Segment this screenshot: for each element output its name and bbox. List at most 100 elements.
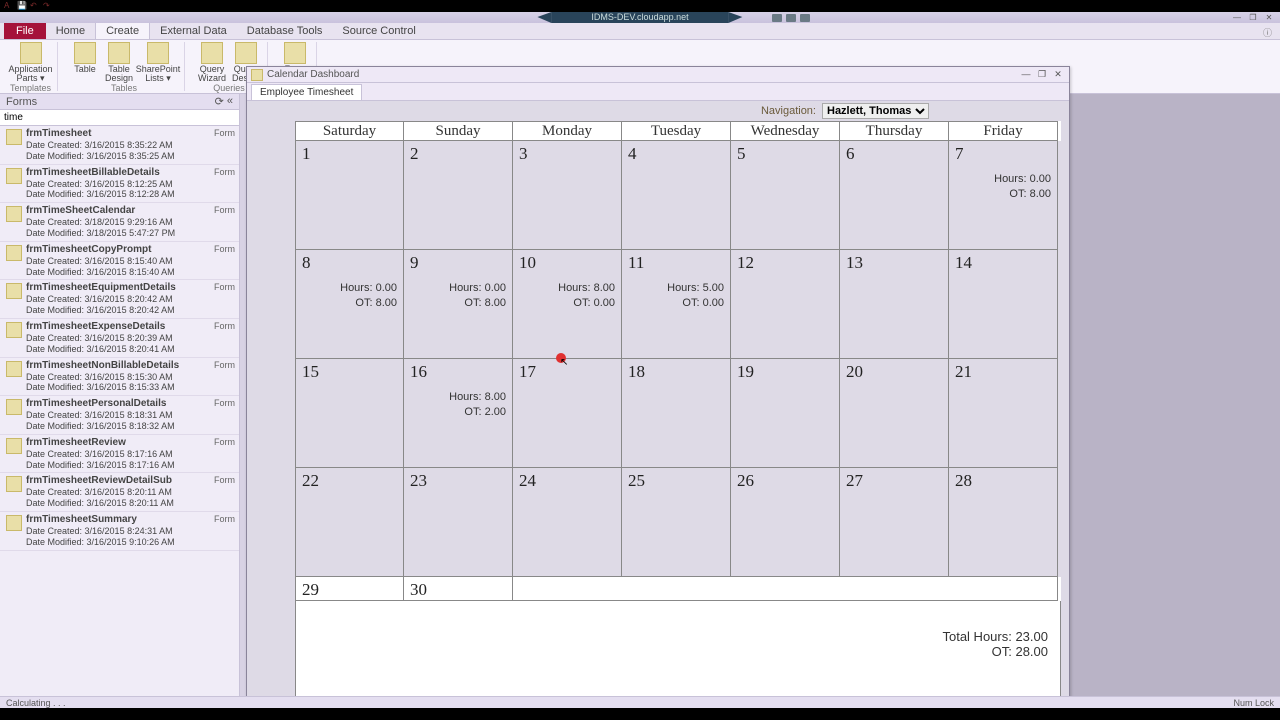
- nav-item[interactable]: frmTimeSheetCalendarDate Created: 3/18/2…: [0, 203, 239, 242]
- nav-header[interactable]: Forms: [6, 96, 37, 108]
- file-tab[interactable]: File: [4, 23, 46, 39]
- status-bar: Calculating . . . Num Lock: [0, 696, 1280, 708]
- form-icon: [6, 399, 22, 415]
- calendar-cell[interactable]: 16Hours: 8.00OT: 2.00: [404, 359, 513, 468]
- calendar-cell[interactable]: 18: [622, 359, 731, 468]
- sub-close-icon[interactable]: ✕: [1051, 69, 1065, 80]
- day-header: Wednesday: [731, 121, 840, 141]
- calendar-cell[interactable]: 25: [622, 468, 731, 577]
- calendar-cell[interactable]: 20: [840, 359, 949, 468]
- redo-icon[interactable]: ↷: [43, 1, 53, 11]
- calendar-cell[interactable]: 21: [949, 359, 1058, 468]
- nav-item[interactable]: frmTimesheetReviewDate Created: 3/16/201…: [0, 435, 239, 474]
- form-icon: [6, 168, 22, 184]
- nav-item[interactable]: frmTimesheetEquipmentDetailsDate Created…: [0, 280, 239, 319]
- table-design-button[interactable]: Table Design: [104, 42, 134, 83]
- form-icon: [6, 322, 22, 338]
- tab-home[interactable]: Home: [46, 23, 95, 39]
- numlock-indicator: Num Lock: [1233, 698, 1274, 708]
- calendar-cell[interactable]: 22: [295, 468, 404, 577]
- tab-source-control[interactable]: Source Control: [332, 23, 425, 39]
- nav-item[interactable]: frmTimesheetExpenseDetailsDate Created: …: [0, 319, 239, 358]
- nav-refresh-icon[interactable]: ⟳: [215, 95, 224, 108]
- calendar-cell[interactable]: 15: [295, 359, 404, 468]
- form-icon: [6, 206, 22, 222]
- nav-item[interactable]: frmTimesheetNonBillableDetailsDate Creat…: [0, 358, 239, 397]
- tab-external-data[interactable]: External Data: [150, 23, 237, 39]
- tab-employee-timesheet[interactable]: Employee Timesheet: [251, 84, 362, 100]
- nav-item[interactable]: frmTimesheetBillableDetailsDate Created:…: [0, 165, 239, 204]
- nav-item[interactable]: frmTimesheetPersonalDetailsDate Created:…: [0, 396, 239, 435]
- restore-icon[interactable]: [786, 14, 796, 22]
- day-header: Tuesday: [622, 121, 731, 141]
- calendar-cell[interactable]: 3: [513, 141, 622, 250]
- group-caption: Templates: [10, 83, 51, 93]
- nav-search-input[interactable]: [0, 110, 239, 125]
- calendar-cell[interactable]: 2: [404, 141, 513, 250]
- group-caption: Tables: [111, 83, 137, 93]
- calendar-cell[interactable]: 17: [513, 359, 622, 468]
- calendar-cell[interactable]: 19: [731, 359, 840, 468]
- window-titlebar: A 💾 ↶ ↷ IDMS-DEV.cloudapp.net — ❐ ✕: [0, 12, 1280, 23]
- calendar-cell[interactable]: 29: [295, 577, 404, 601]
- outer-restore-icon[interactable]: ❐: [1246, 13, 1260, 22]
- calendar-cell[interactable]: 7Hours: 0.00OT: 8.00: [949, 141, 1058, 250]
- nav-item[interactable]: frmTimesheetSummaryDate Created: 3/16/20…: [0, 512, 239, 551]
- sub-restore-icon[interactable]: ❐: [1035, 69, 1049, 80]
- undo-icon[interactable]: ↶: [30, 1, 40, 11]
- nav-collapse-icon[interactable]: «: [227, 95, 233, 108]
- tab-create[interactable]: Create: [95, 22, 150, 39]
- outer-close-icon[interactable]: ✕: [1262, 13, 1276, 22]
- minimize-icon[interactable]: [772, 14, 782, 22]
- nav-item[interactable]: frmTimesheetCopyPromptDate Created: 3/16…: [0, 242, 239, 281]
- save-icon[interactable]: 💾: [17, 1, 27, 11]
- nav-item[interactable]: frmTimesheetDate Created: 3/16/2015 8:35…: [0, 126, 239, 165]
- calendar-cell[interactable]: 23: [404, 468, 513, 577]
- employee-select[interactable]: Hazlett, Thomas: [822, 103, 929, 119]
- day-header: Saturday: [295, 121, 404, 141]
- window-title: IDMS-DEV.cloudapp.net: [551, 12, 728, 23]
- subwindow-title: Calendar Dashboard: [267, 69, 359, 80]
- calendar-cell[interactable]: 11Hours: 5.00OT: 0.00: [622, 250, 731, 359]
- calendar-cell[interactable]: 6: [840, 141, 949, 250]
- app-icon: A: [4, 1, 14, 11]
- cursor-marker: [556, 353, 566, 363]
- form-icon: [6, 361, 22, 377]
- group-caption: Queries: [213, 83, 245, 93]
- calendar-cell[interactable]: 14: [949, 250, 1058, 359]
- navigation-pane: Forms ⟳« frmTimesheetDate Created: 3/16/…: [0, 94, 240, 696]
- application-parts-button[interactable]: Application Parts ▾: [11, 42, 51, 83]
- sub-minimize-icon[interactable]: —: [1019, 69, 1033, 80]
- close-icon[interactable]: [800, 14, 810, 22]
- form-icon: [6, 129, 22, 145]
- calendar-cell[interactable]: 9Hours: 0.00OT: 8.00: [404, 250, 513, 359]
- calendar-totals: Total Hours: 23.00 OT: 28.00: [295, 601, 1061, 700]
- calendar-cell-empty: [513, 577, 1058, 601]
- calendar-cell[interactable]: 1: [295, 141, 404, 250]
- calendar-cell[interactable]: 30: [404, 577, 513, 601]
- calendar-cell[interactable]: 5: [731, 141, 840, 250]
- query-wizard-button[interactable]: Query Wizard: [197, 42, 227, 83]
- calendar-cell[interactable]: 12: [731, 250, 840, 359]
- calendar-cell[interactable]: 8Hours: 0.00OT: 8.00: [295, 250, 404, 359]
- calendar-cell[interactable]: 4: [622, 141, 731, 250]
- tab-database-tools[interactable]: Database Tools: [237, 23, 333, 39]
- outer-minimize-icon[interactable]: —: [1230, 13, 1244, 22]
- form-icon: [6, 245, 22, 261]
- table-button[interactable]: Table: [70, 42, 100, 83]
- day-header: Monday: [513, 121, 622, 141]
- help-icon[interactable]: ⓘ: [1255, 26, 1280, 39]
- calendar-cell[interactable]: 13: [840, 250, 949, 359]
- calendar-cell[interactable]: 24: [513, 468, 622, 577]
- calendar-cell[interactable]: 28: [949, 468, 1058, 577]
- ribbon-tabs: File Home Create External Data Database …: [0, 23, 1280, 40]
- form-icon: [6, 515, 22, 531]
- day-header: Sunday: [404, 121, 513, 141]
- nav-item[interactable]: frmTimesheetReviewDetailSubDate Created:…: [0, 473, 239, 512]
- calendar-cell[interactable]: 26: [731, 468, 840, 577]
- navigation-label: Navigation:: [761, 105, 816, 117]
- form-icon: [6, 438, 22, 454]
- calendar-cell[interactable]: 10Hours: 8.00OT: 0.00: [513, 250, 622, 359]
- calendar-cell[interactable]: 27: [840, 468, 949, 577]
- sharepoint-lists-button[interactable]: SharePoint Lists ▾: [138, 42, 178, 83]
